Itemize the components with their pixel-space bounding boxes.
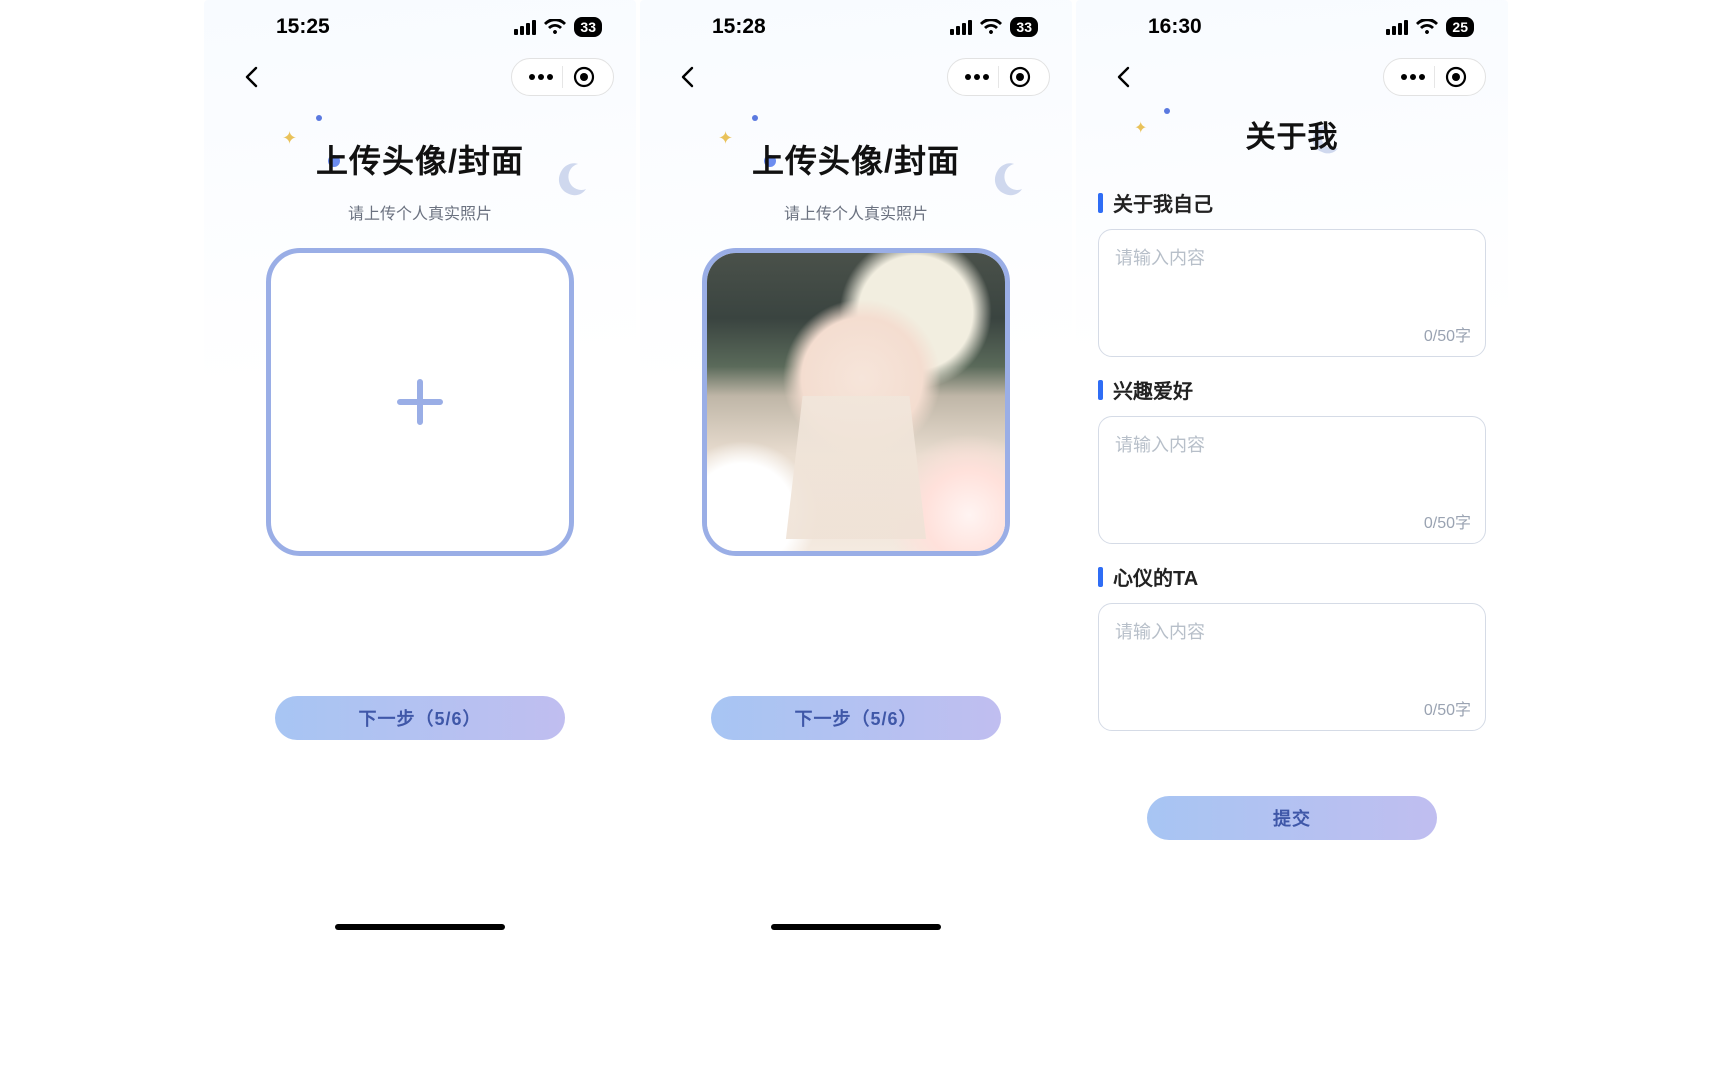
back-button[interactable] <box>234 60 268 94</box>
about-textarea[interactable] <box>1115 244 1469 322</box>
title-block: 关于我 <box>1076 112 1508 156</box>
status-time: 15:25 <box>276 15 330 39</box>
status-icons: 33 <box>514 17 602 37</box>
wifi-icon <box>980 19 1002 35</box>
page-title: 上传头像/封面 <box>640 136 1072 182</box>
section-label: 关于我自己 <box>1113 188 1213 217</box>
battery-badge: 25 <box>1446 17 1474 37</box>
hobby-textbox: 0/50字 <box>1098 416 1486 544</box>
page-subtitle: 请上传个人真实照片 <box>640 200 1072 224</box>
title-block: 上传头像/封面 请上传个人真实照片 <box>204 136 636 224</box>
status-bar: 15:25 33 <box>204 0 636 54</box>
partner-textarea[interactable] <box>1115 618 1469 696</box>
sparkle-icon <box>316 115 322 121</box>
page-subtitle: 请上传个人真实照片 <box>204 200 636 224</box>
section-bar-icon <box>1098 380 1103 400</box>
battery-badge: 33 <box>1010 17 1038 37</box>
section-title-partner: 心仪的TA <box>1098 562 1486 591</box>
sparkle-icon <box>752 115 758 121</box>
battery-badge: 33 <box>574 17 602 37</box>
hobby-counter: 0/50字 <box>1424 509 1471 533</box>
status-icons: 33 <box>950 17 1038 37</box>
section-title-about: 关于我自己 <box>1098 188 1486 217</box>
status-icons: 25 <box>1386 17 1474 37</box>
capsule-close-button[interactable] <box>999 59 1041 95</box>
next-button[interactable]: 下一步（5/6） <box>711 696 1001 740</box>
partner-counter: 0/50字 <box>1424 696 1471 720</box>
screen-upload-empty: 15:25 33 ✦ 上传头像/封面 请上传个人真实照片 <box>204 0 636 940</box>
capsule-close-button[interactable] <box>1435 59 1477 95</box>
page-title: 上传头像/封面 <box>204 136 636 182</box>
about-form: 关于我自己 0/50字 兴趣爱好 0/50字 心仪的TA 0/50字 <box>1076 156 1508 731</box>
section-label: 兴趣爱好 <box>1113 375 1193 404</box>
mini-program-capsule <box>1383 58 1486 96</box>
mini-program-capsule <box>511 58 614 96</box>
back-button[interactable] <box>1106 60 1140 94</box>
submit-button[interactable]: 提交 <box>1147 796 1437 840</box>
title-block: 上传头像/封面 请上传个人真实照片 <box>640 136 1072 224</box>
capsule-close-button[interactable] <box>563 59 605 95</box>
screen-upload-filled: 15:28 33 ✦ 上传头像/封面 请上传个人真实照片 <box>640 0 1072 940</box>
status-time: 16:30 <box>1148 15 1202 39</box>
section-title-hobby: 兴趣爱好 <box>1098 375 1486 404</box>
capsule-menu-button[interactable] <box>1392 59 1434 95</box>
status-bar: 16:30 25 <box>1076 0 1508 54</box>
wifi-icon <box>544 19 566 35</box>
screen-about-me: 16:30 25 ✦ 关于我 <box>1076 0 1508 860</box>
home-indicator <box>771 924 941 930</box>
about-textbox: 0/50字 <box>1098 229 1486 357</box>
back-button[interactable] <box>670 60 704 94</box>
about-counter: 0/50字 <box>1424 322 1471 346</box>
wifi-icon <box>1416 19 1438 35</box>
section-bar-icon <box>1098 567 1103 587</box>
partner-textbox: 0/50字 <box>1098 603 1486 731</box>
uploaded-photo <box>707 253 1005 551</box>
cellular-icon <box>950 20 972 35</box>
upload-avatar-box[interactable] <box>266 248 574 556</box>
next-button[interactable]: 下一步（5/6） <box>275 696 565 740</box>
capsule-menu-button[interactable] <box>956 59 998 95</box>
home-indicator <box>335 924 505 930</box>
capsule-menu-button[interactable] <box>520 59 562 95</box>
plus-icon <box>392 374 448 430</box>
cellular-icon <box>1386 20 1408 35</box>
nav-bar <box>640 54 1072 100</box>
hobby-textarea[interactable] <box>1115 431 1469 509</box>
cellular-icon <box>514 20 536 35</box>
status-time: 15:28 <box>712 15 766 39</box>
section-bar-icon <box>1098 193 1103 213</box>
nav-bar <box>204 54 636 100</box>
nav-bar <box>1076 54 1508 100</box>
upload-avatar-box[interactable] <box>702 248 1010 556</box>
section-label: 心仪的TA <box>1113 562 1198 591</box>
mini-program-capsule <box>947 58 1050 96</box>
page-title: 关于我 <box>1076 112 1508 156</box>
status-bar: 15:28 33 <box>640 0 1072 54</box>
